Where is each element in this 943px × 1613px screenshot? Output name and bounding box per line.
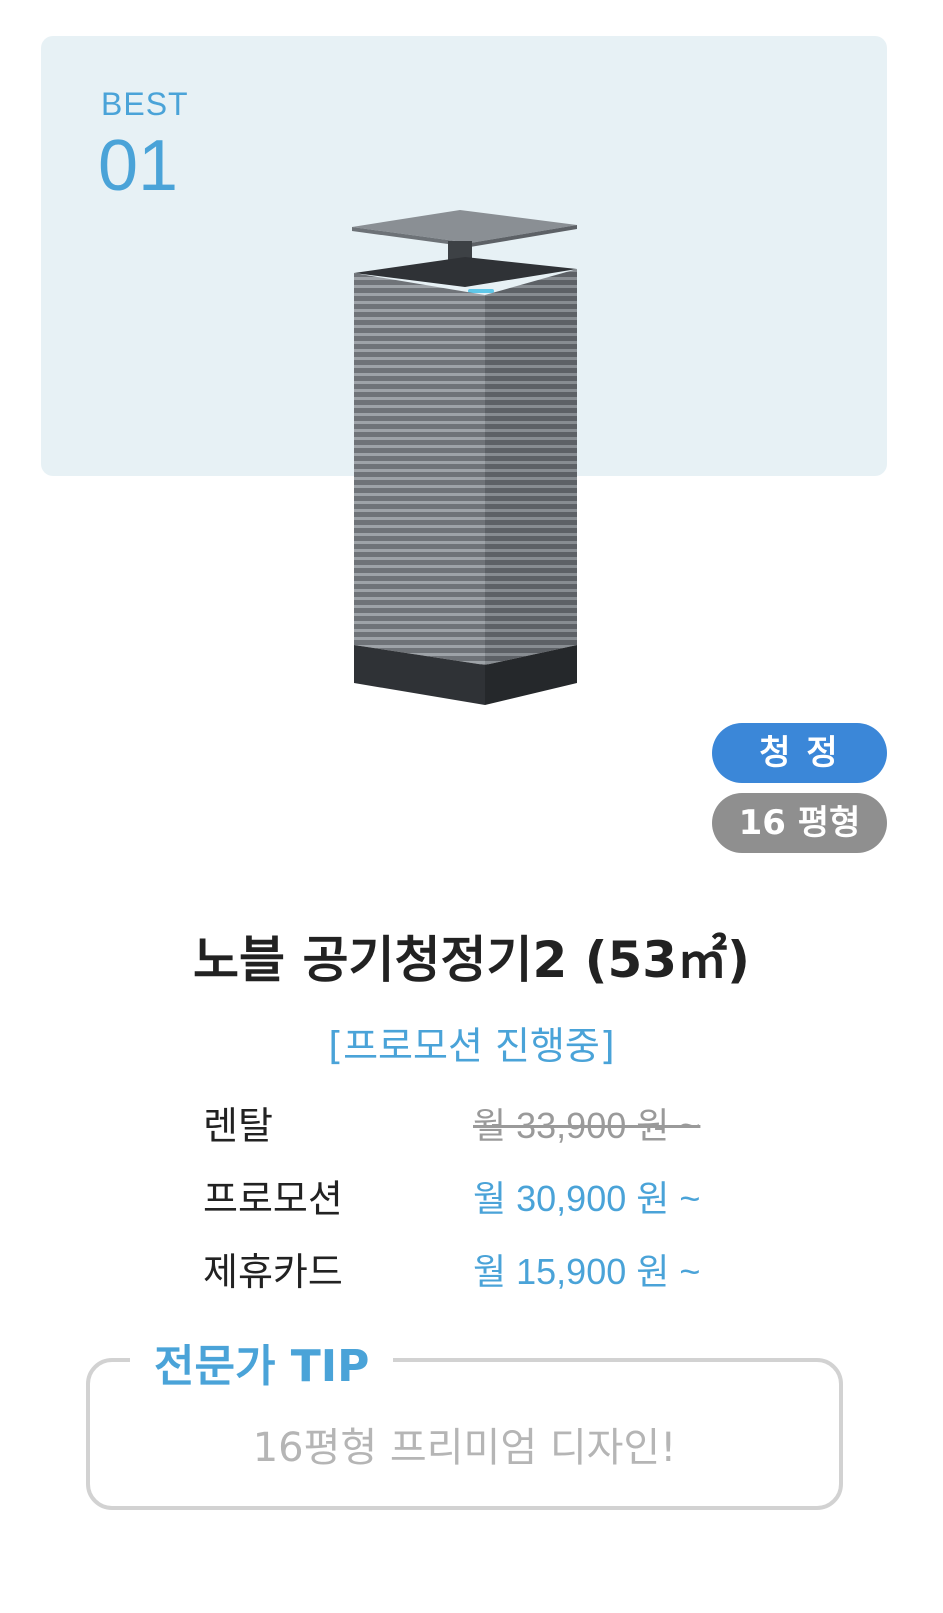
price-value: 월 30,900 원 ~: [473, 1178, 701, 1219]
promo-tag: [프로모션 진행중]: [328, 1024, 615, 1068]
expert-tip-title: 전문가 TIP: [130, 1330, 394, 1394]
category-badge: 청 정: [712, 723, 887, 783]
size-badge: 16 평형: [712, 793, 887, 853]
price-value: 월 15,900 원 ~: [473, 1251, 701, 1292]
price-label: 제휴카드: [203, 1250, 343, 1294]
best-rank-number: 01: [98, 126, 179, 206]
price-label: 프로모션: [203, 1177, 343, 1221]
price-row-partner-card: 제휴카드 월 15,900 원 ~: [203, 1241, 763, 1297]
product-title[interactable]: 노블 공기청정기2 (53㎡): [0, 920, 943, 992]
price-label: 렌탈: [203, 1104, 273, 1148]
price-row-promotion: 프로모션 월 30,900 원 ~: [203, 1168, 763, 1224]
expert-tip-text: 16평형 프리미엄 디자인!: [252, 1425, 677, 1471]
best-label: BEST: [101, 86, 189, 122]
price-row-rental: 렌탈 월 33,900 원 ~: [203, 1095, 763, 1151]
air-purifier-product-image[interactable]: [340, 205, 590, 715]
price-value: 월 33,900 원 ~: [473, 1105, 701, 1146]
